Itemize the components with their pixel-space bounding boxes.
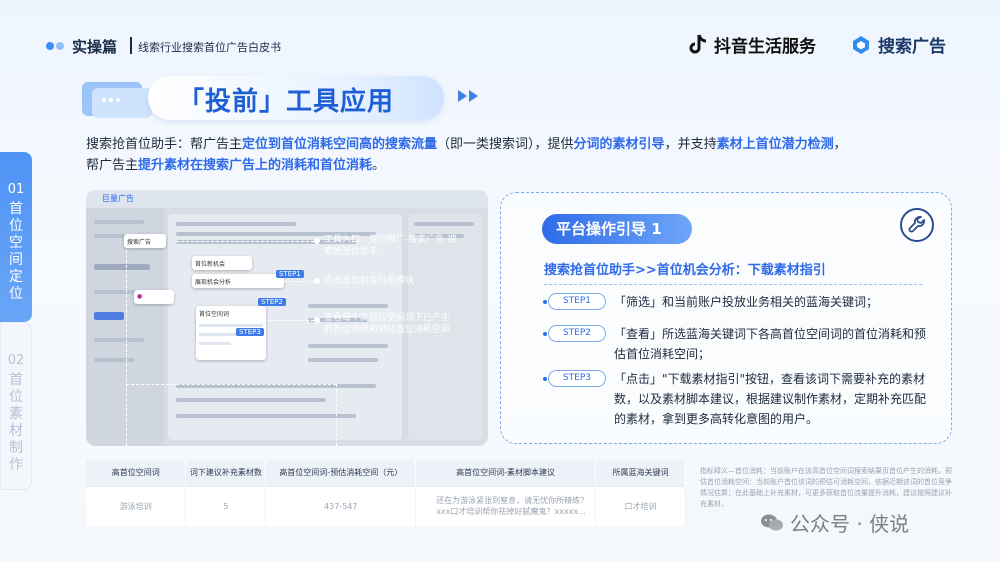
step3-badge: STEP3 [236, 328, 264, 336]
guide-subtitle: 搜索抢首位助手>>首位机会分析：下载素材指引 [544, 263, 826, 278]
table-header: 高首位空间词-素材脚本建议 [415, 460, 597, 486]
promo-card: ● [134, 290, 174, 304]
table-cell: 5 [185, 485, 267, 526]
connector-line [284, 281, 314, 282]
watermark: 公众号 · 侠说 [760, 508, 909, 537]
connector-line [336, 384, 337, 446]
intro-text: 搜索抢首位助手：帮广告主 [86, 137, 243, 152]
tool-screenshot: 巨量广告 搜索广告 首位新机会 展现机会分析 ● 首位空间词 STEP1 STE… [86, 190, 488, 446]
section-subtitle: 线索行业搜索首位广告白皮书 [138, 41, 281, 54]
guide-step-2: STEP2 「查看」所选蓝海关键词下各高首位空间词的首位消耗和预估首位消耗空间； [543, 324, 928, 364]
side-tab-label: 首位空间定位 [9, 201, 23, 302]
step-badge: STEP2 [543, 325, 606, 342]
connector-line [126, 250, 127, 446]
keyword-card-label: 首位空间词 [199, 311, 230, 318]
douyin-logo-icon [689, 34, 707, 53]
entry-card: 搜索广告 [124, 234, 166, 248]
note-entry: 工具入口：竞价推广-搜索广告-搜索抢首位助手 [324, 235, 457, 257]
guide-pill: 平台操作引导 1 [542, 214, 692, 244]
keyword-table: 高首位空间词 词下建议补充素材数 高首位空间词-预估消耗空间（元） 高首位空间词… [86, 460, 686, 526]
table-header: 所属蓝海关键词 [595, 460, 686, 486]
intro-text: （即一类搜索词），提供 [437, 137, 574, 152]
douyin-brand-label: 抖音生活服务 [714, 37, 816, 57]
connector-line [126, 384, 336, 385]
table-cell: 437-547 [265, 485, 417, 526]
wrench-icon [900, 208, 934, 242]
intro-highlight: 提升素材在搜索广告上的消耗和首位消耗 [138, 158, 373, 173]
note-dot [314, 238, 320, 244]
guide-step-3: STEP3 「点击」"下载素材指引"按钮，查看该词下需要补充的素材数，以及素材脚… [543, 369, 928, 429]
guide-divider [544, 284, 922, 285]
header-dots-icon [46, 40, 68, 52]
side-tab-creative[interactable]: 02 首位素材制作 [0, 322, 32, 490]
analysis-card: 展现机会分析 [192, 274, 284, 288]
table-header: 高首位空间词-预估消耗空间（元） [265, 460, 417, 486]
table-cell: 游泳培训 [86, 485, 187, 526]
connector-line [268, 320, 314, 321]
step-badge: STEP1 [543, 293, 606, 310]
step-text: 「筛选」和当前账户投放业务相关的蓝海关键词； [614, 295, 879, 309]
table-cell: 还在为游泳紧张到窒息，请无忧你所精练？xxx口才培训帮你祛掉好腻魔鬼？xxxxx… [415, 485, 597, 526]
note-dot [314, 317, 320, 323]
intro-text: ， [833, 137, 847, 152]
banner-title: 「投前」工具应用 [178, 87, 395, 117]
table-header: 高首位空间词 [86, 460, 187, 486]
connector-line [176, 241, 314, 242]
intro-highlight: 分词的素材引导 [573, 137, 665, 152]
search-ads-brand: 搜索广告 [850, 32, 946, 57]
side-tab-label: 首位素材制作 [9, 372, 23, 473]
screenshot-brand: 巨量广告 [102, 194, 134, 203]
step-text: 「查看」所选蓝海关键词下各高首位空间词的首位消耗和预估首位消耗空间； [614, 327, 927, 361]
table-header-row: 高首位空间词 词下建议补充素材数 高首位空间词-预估消耗空间（元） 高首位空间词… [86, 460, 686, 486]
search-ads-brand-label: 搜索广告 [878, 37, 946, 57]
step1-badge: STEP1 [276, 270, 304, 278]
guide-step-1: STEP1 「筛选」和当前账户投放业务相关的蓝海关键词； [543, 292, 928, 312]
metric-footnote: 指标释义—首位消耗：当前账户在该高首位空间词搜索结果页首位产生的消耗，预估首位消… [700, 467, 952, 508]
intro-text: 。 [372, 158, 386, 173]
header-divider [130, 37, 132, 54]
double-chevron-right-icon [458, 90, 478, 102]
step-text: 「点击」"下载素材指引"按钮，查看该词下需要补充的素材数，以及素材脚本建议，根据… [614, 372, 927, 426]
new-chance-card: 首位新机会 [192, 256, 252, 270]
intro-text: 帮广告主 [86, 158, 139, 173]
screenshot-topbar: 巨量广告 [86, 190, 488, 208]
table-cell: 口才培训 [595, 485, 686, 526]
step2-badge: STEP2 [258, 298, 286, 306]
table-row: 游泳培训 5 437-547 还在为游泳紧张到窒息，请无忧你所精练？xxx口才培… [86, 485, 686, 526]
douyin-brand: 抖音生活服务 [688, 32, 816, 57]
watermark-text: 公众号 · 侠说 [790, 512, 910, 536]
note-view: 查看每个高首位空间词下已产生的首位消耗和预估首位消耗空间 [324, 313, 451, 335]
intro-highlight: 定位到首位消耗空间高的搜索流量 [242, 137, 438, 152]
intro-text: ，并支持 [664, 137, 717, 152]
note-click: 点击首位机会分析模块 [324, 276, 415, 286]
search-ads-logo-icon [853, 35, 869, 54]
step-badge: STEP3 [543, 370, 606, 387]
intro-highlight: 素材上首位潜力检测 [716, 137, 834, 152]
wechat-icon [761, 514, 783, 530]
section-title: 实操篇 [72, 38, 118, 56]
side-tab-number: 01 [7, 182, 25, 197]
note-dot [314, 278, 320, 284]
table-header: 词下建议补充素材数 [185, 460, 267, 486]
side-tab-positioning[interactable]: 01 首位空间定位 [0, 152, 32, 322]
intro-paragraph: 搜索抢首位助手：帮广告主定位到首位消耗空间高的搜索流量（即一类搜索词），提供分词… [86, 134, 956, 176]
side-tab-number: 02 [7, 353, 25, 368]
